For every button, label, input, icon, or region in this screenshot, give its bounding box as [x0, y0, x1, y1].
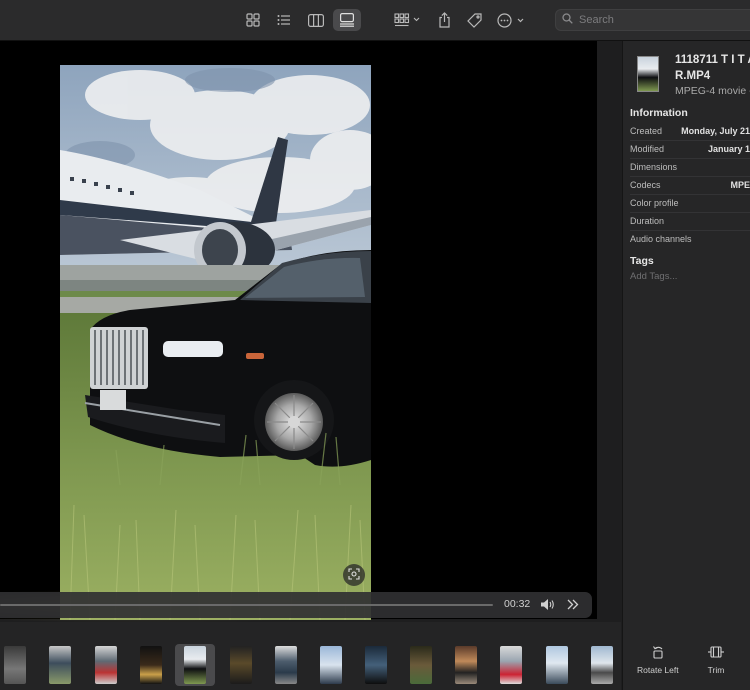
- tags-heading: Tags: [630, 255, 654, 267]
- rotate-left-button[interactable]: Rotate Left: [637, 645, 679, 675]
- rotate-left-icon: [651, 645, 665, 661]
- filmstrip-thumbnail[interactable]: [455, 646, 477, 684]
- group-by-icon: [394, 13, 422, 27]
- search-icon: [562, 13, 573, 27]
- live-text-button[interactable]: [343, 564, 365, 586]
- trim-icon: [707, 645, 725, 661]
- tag-icon: [466, 12, 482, 28]
- column-view-icon: [308, 13, 324, 27]
- volume-icon[interactable]: [540, 598, 556, 614]
- column-view-button[interactable]: [303, 9, 329, 31]
- information-heading: Information: [630, 107, 688, 119]
- toolbar: [0, 0, 750, 41]
- info-inspector: 1118711 T I T A R.MP4 MPEG-4 movie - Inf…: [622, 41, 750, 690]
- filmstrip-thumbnail[interactable]: [546, 646, 568, 684]
- info-key: Audio channels: [630, 234, 692, 244]
- info-value: Monday, July 21, 2: [681, 126, 750, 136]
- info-row-color-profile: Color profile: [630, 195, 750, 213]
- filmstrip-thumbnail[interactable]: [410, 646, 432, 684]
- scrubber[interactable]: [0, 604, 493, 606]
- tag-button[interactable]: [463, 9, 485, 31]
- filmstrip-thumbnail[interactable]: [49, 646, 71, 684]
- share-icon: [438, 12, 451, 28]
- trim-button[interactable]: Trim: [707, 645, 725, 675]
- filmstrip-thumbnail[interactable]: [140, 646, 162, 684]
- playback-controls: 00:32: [0, 592, 592, 618]
- media-viewer: 00:32: [0, 41, 621, 623]
- info-key: Codecs: [630, 180, 661, 190]
- more-actions-button[interactable]: [495, 9, 529, 31]
- info-row-audio-channels: Audio channels: [630, 231, 750, 248]
- info-row-created: Created Monday, July 21, 2: [630, 123, 750, 141]
- info-key: Modified: [630, 144, 665, 154]
- filmstrip-thumbnail[interactable]: [365, 646, 387, 684]
- gallery-view-button[interactable]: [333, 9, 361, 31]
- skip-forward-icon[interactable]: [566, 598, 579, 614]
- search-input[interactable]: [579, 14, 749, 26]
- info-row-codecs: Codecs MPEG-: [630, 177, 750, 195]
- more-actions-icon: [497, 12, 527, 28]
- gallery-view-icon: [339, 13, 355, 27]
- trim-label: Trim: [707, 665, 725, 675]
- rotate-left-label: Rotate Left: [637, 665, 679, 675]
- search-field[interactable]: [555, 9, 750, 31]
- file-thumbnail: [637, 56, 659, 92]
- grid-view-button[interactable]: [241, 9, 265, 31]
- info-key: Dimensions: [630, 162, 678, 172]
- file-kind: MPEG-4 movie -: [675, 85, 750, 97]
- info-row-modified: Modified January 1, 1: [630, 141, 750, 159]
- filmstrip-thumbnail[interactable]: [500, 646, 522, 684]
- filmstrip: [0, 622, 621, 690]
- add-tags-input[interactable]: [630, 271, 740, 282]
- info-key: Color profile: [630, 198, 679, 208]
- filmstrip-thumbnail[interactable]: [95, 646, 117, 684]
- filmstrip-thumbnail[interactable]: [591, 646, 613, 684]
- file-name-line1: 1118711 T I T A: [675, 54, 750, 66]
- info-value: January 1, 1: [707, 144, 750, 154]
- video-frame[interactable]: [60, 65, 371, 620]
- file-name: 1118711 T I T A R.MP4: [675, 52, 750, 84]
- video-stage: [0, 41, 597, 620]
- filmstrip-thumbnail[interactable]: [4, 646, 26, 684]
- filmstrip-thumbnail[interactable]: [230, 646, 252, 684]
- share-button[interactable]: [433, 9, 455, 31]
- file-name-line2: R.MP4: [675, 70, 711, 82]
- list-view-icon: [277, 13, 291, 27]
- info-key: Duration: [630, 216, 665, 226]
- info-value: MPEG-: [730, 180, 750, 190]
- info-row-duration: Duration: [630, 213, 750, 231]
- info-row-dimensions: Dimensions: [630, 159, 750, 177]
- live-text-icon: [348, 567, 360, 583]
- list-view-button[interactable]: [272, 9, 296, 31]
- filmstrip-thumbnail[interactable]: [320, 646, 342, 684]
- filmstrip-thumbnail[interactable]: [275, 646, 297, 684]
- filmstrip-thumbnail-selected[interactable]: [184, 646, 206, 684]
- info-key: Created: [630, 126, 663, 136]
- group-by-button[interactable]: [392, 9, 424, 31]
- grid-view-icon: [246, 13, 260, 27]
- time-readout: 00:32: [504, 598, 531, 610]
